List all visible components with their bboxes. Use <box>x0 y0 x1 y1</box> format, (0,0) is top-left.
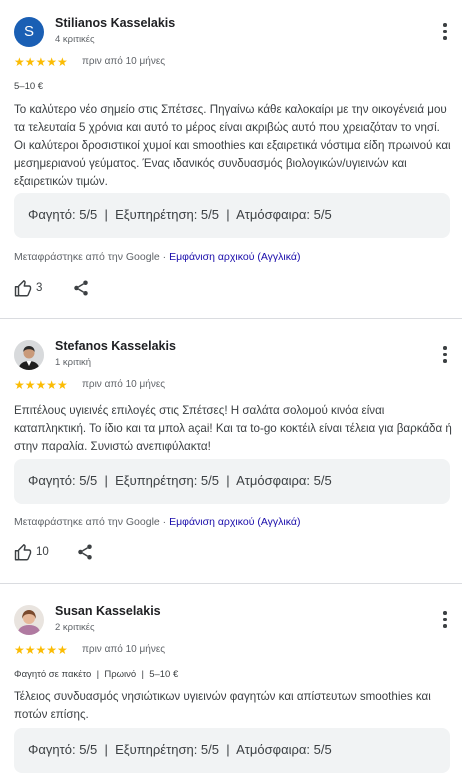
more-options-icon[interactable] <box>436 610 454 630</box>
ratings-box: Φαγητό: 5/5 | Εξυπηρέτηση: 5/5 | Ατμόσφα… <box>14 459 450 504</box>
review-text: Επιτέλους υγιεινές επιλογές στις Σπέτσες… <box>14 404 452 453</box>
star-rating: ★★★★★ <box>14 55 68 69</box>
review-text: Τέλειος συνδυασμός νησιώτικων υγιεινών φ… <box>14 690 431 721</box>
more-options-icon[interactable] <box>436 22 454 42</box>
avatar[interactable] <box>14 605 44 635</box>
ratings-breakdown: Φαγητό: 5/5 | Εξυπηρέτηση: 5/5 | Ατμόσφα… <box>28 742 332 757</box>
review-count: 1 κριτική <box>55 357 92 368</box>
avatar-photo <box>14 340 44 370</box>
review-count: 4 κριτικές <box>55 34 95 45</box>
star-rating: ★★★★★ <box>14 643 68 657</box>
translation-prefix: Μεταφράστηκε από την Google · <box>14 516 170 528</box>
ratings-breakdown: Φαγητό: 5/5 | Εξυπηρέτηση: 5/5 | Ατμόσφα… <box>28 473 332 488</box>
review-time: πριν από 10 μήνες <box>82 379 166 390</box>
review-meta: Φαγητό σε πακέτο | Πρωινό | 5–10 € <box>14 669 179 680</box>
review-text: Το καλύτερο νέο σημείο στις Σπέτσες. Πηγ… <box>14 103 451 188</box>
translation-note: Μεταφράστηκε από την Google · Εμφάνιση α… <box>14 516 300 528</box>
like-button[interactable]: 10 <box>14 543 54 563</box>
thumbs-up-icon <box>14 544 32 561</box>
more-options-icon[interactable] <box>436 345 454 365</box>
avatar[interactable]: S <box>14 17 44 47</box>
reviewer-name[interactable]: Susan Kasselakis <box>55 604 161 618</box>
like-button[interactable]: 3 <box>14 279 54 299</box>
share-button[interactable] <box>76 543 96 563</box>
translation-prefix: Μεταφράστηκε από την Google · <box>14 251 170 263</box>
show-original-link[interactable]: Εμφάνιση αρχικού (Αγγλικά) <box>169 516 300 528</box>
ratings-breakdown: Φαγητό: 5/5 | Εξυπηρέτηση: 5/5 | Ατμόσφα… <box>28 207 332 222</box>
avatar[interactable] <box>14 340 44 370</box>
ratings-box: Φαγητό: 5/5 | Εξυπηρέτηση: 5/5 | Ατμόσφα… <box>14 193 450 238</box>
reviewer-name[interactable]: Stefanos Kasselakis <box>55 339 176 353</box>
ratings-box: Φαγητό: 5/5 | Εξυπηρέτηση: 5/5 | Ατμόσφα… <box>14 728 450 773</box>
like-count: 10 <box>36 546 49 558</box>
thumbs-up-icon <box>14 280 32 297</box>
show-original-link[interactable]: Εμφάνιση αρχικού (Αγγλικά) <box>169 251 300 263</box>
reviewer-name[interactable]: Stilianos Kasselakis <box>55 16 175 30</box>
review-time: πριν από 10 μήνες <box>82 644 166 655</box>
share-icon <box>78 544 92 560</box>
translation-note: Μεταφράστηκε από την Google · Εμφάνιση α… <box>14 251 300 263</box>
share-icon <box>74 280 88 296</box>
star-rating: ★★★★★ <box>14 378 68 392</box>
share-button[interactable] <box>72 279 92 299</box>
review-time: πριν από 10 μήνες <box>82 56 166 67</box>
like-count: 3 <box>36 282 43 294</box>
review-count: 2 κριτικές <box>55 622 95 633</box>
review-meta: 5–10 € <box>14 81 44 92</box>
review-card: S Stilianos Kasselakis 4 κριτικές ★★★★★ … <box>0 0 462 318</box>
review-card: Stefanos Kasselakis 1 κριτική ★★★★★ πριν… <box>0 319 462 583</box>
avatar-photo <box>14 605 44 635</box>
review-card: Susan Kasselakis 2 κριτικές ★★★★★ πριν α… <box>0 584 462 777</box>
